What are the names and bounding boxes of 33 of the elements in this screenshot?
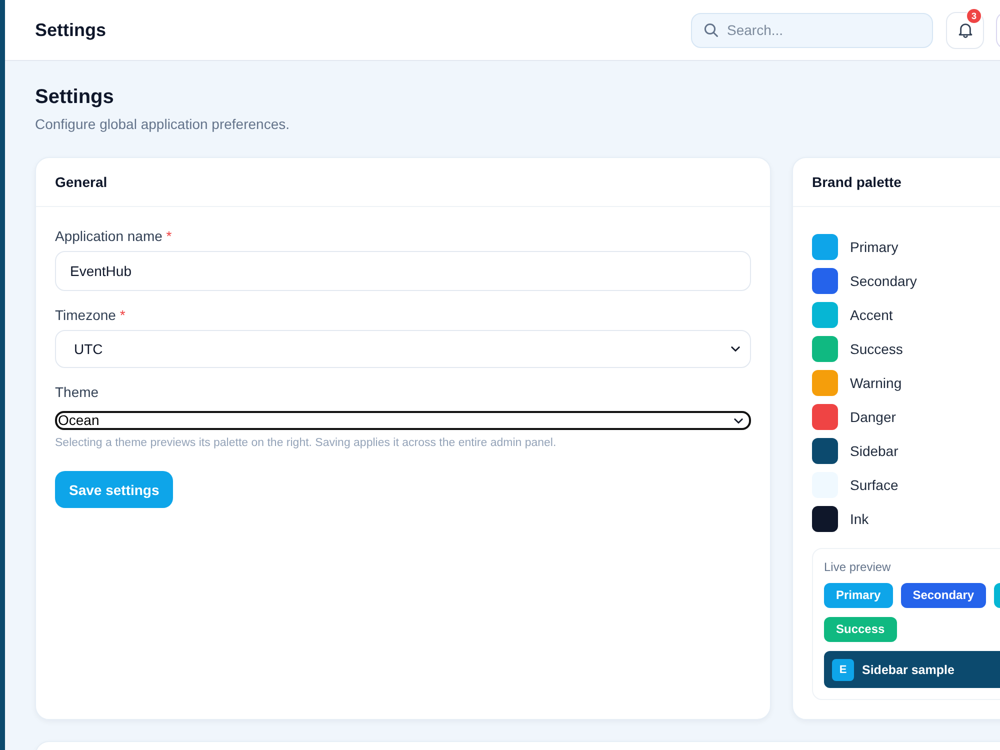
page-subtitle: Configure global application preferences. — [35, 115, 290, 134]
preview-chip: Success — [824, 617, 897, 642]
select-field[interactable]: Ocean — [55, 411, 751, 430]
page-title: Settings — [35, 85, 115, 109]
swatch-label: Accent — [850, 307, 893, 323]
chevron-down-icon — [734, 418, 743, 424]
swatch-label: Surface — [850, 477, 898, 493]
sample-label: Sidebar sample — [862, 662, 954, 676]
notification-badge: 3 — [966, 8, 982, 24]
field-label: Theme — [55, 383, 100, 402]
chevron-down-icon — [731, 346, 740, 352]
bell-icon — [958, 22, 972, 38]
swatch-label: Warning — [850, 375, 902, 391]
preview-chip: Secondary — [900, 583, 986, 608]
card-title: General — [55, 174, 108, 190]
swatch-label: Danger — [850, 409, 896, 425]
field-label: Timezone * — [55, 306, 126, 325]
swatch-label: Ink — [850, 511, 869, 527]
header-title: Settings — [35, 20, 106, 40]
swatch-label: Primary — [850, 239, 898, 255]
initial-tile: E — [832, 658, 854, 680]
card-title: Brand palette — [812, 174, 902, 190]
field-label: Application name * — [55, 227, 173, 246]
notifications-button[interactable] — [946, 12, 984, 48]
hint-text: Selecting a theme previews its palette on the right. Saving applies it across the entire admin panel. — [55, 436, 558, 450]
swatch-label: Sidebar — [850, 443, 898, 459]
preview-title: Live preview — [824, 560, 892, 574]
text-field[interactable]: EventHub — [55, 251, 751, 291]
swatch-label: Secondary — [850, 273, 917, 289]
search-icon — [704, 23, 718, 37]
preview-chip: Primary — [824, 583, 893, 608]
select-field[interactable]: UTC — [55, 330, 751, 368]
swatch-label: Success — [850, 341, 903, 357]
